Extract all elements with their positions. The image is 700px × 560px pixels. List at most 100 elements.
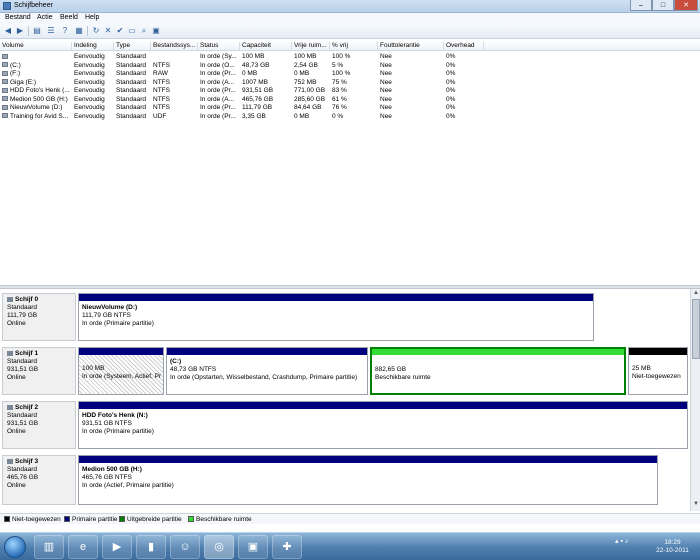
partition-system[interactable]: 100 MB In orde (Systeem, Actief, Pr xyxy=(78,347,164,395)
table-row[interactable]: Giga (E:) Eenvoudig Standaard NTFS In orde (… xyxy=(0,79,700,87)
disk-management-icon xyxy=(3,2,11,10)
scroll-down-icon[interactable]: ▼ xyxy=(692,501,700,509)
minimize-button[interactable]: – xyxy=(630,0,652,11)
legend-primary: Primaire partitie xyxy=(64,516,118,523)
volume-icon xyxy=(2,62,8,68)
partition-free-space[interactable]: 882,65 GB Beschikbare ruimte xyxy=(370,347,626,395)
control-panel-icon[interactable]: ▣ xyxy=(238,535,268,559)
menu-help[interactable]: Help xyxy=(85,14,99,21)
partition-h[interactable]: Medion 500 GB (H:) 465,76 GB NTFS In ord… xyxy=(78,455,658,505)
view-icon[interactable]: ▣ xyxy=(151,26,161,36)
disk-0-label[interactable]: Schijf 0 Standaard 111,79 GB Online xyxy=(2,293,76,341)
ie-icon[interactable]: e xyxy=(68,535,98,559)
partition-status: In orde (Systeem, Actief, Pr xyxy=(82,373,161,380)
cell-bestandssysteem: NTFS xyxy=(153,61,170,69)
col-capaciteit[interactable]: Capaciteit xyxy=(240,42,292,50)
scroll-up-icon[interactable]: ▲ xyxy=(692,290,700,298)
disk-type: Standaard xyxy=(7,358,37,365)
col-bestandssysteem[interactable]: Bestandssys... xyxy=(151,42,198,50)
cell-indeling: Eenvoudig xyxy=(74,87,105,94)
table-row[interactable]: Medion 500 GB (H:) Eenvoudig Standaard NTFS… xyxy=(0,96,700,104)
partition-bar xyxy=(167,348,367,355)
cell-percent-vrij: 61 % xyxy=(332,95,347,103)
partition-d[interactable]: NieuwVolume (D:) 111,79 GB NTFS In orde … xyxy=(78,293,594,341)
folder-icon[interactable]: ▮ xyxy=(136,535,166,559)
cell-bestandssysteem xyxy=(151,53,198,61)
col-volume[interactable]: Volume xyxy=(0,42,72,50)
delete-icon[interactable]: ✕ xyxy=(103,26,113,36)
menu-bestand[interactable]: Bestand xyxy=(5,14,31,21)
check-icon[interactable]: ✔ xyxy=(115,26,125,36)
list-view-icon[interactable]: ☰ xyxy=(46,26,56,36)
col-indeling[interactable]: Indeling xyxy=(72,42,114,50)
help-icon[interactable]: ? xyxy=(60,26,70,36)
cell-type: Standaard xyxy=(116,53,146,60)
messenger-icon[interactable]: ☺ xyxy=(170,535,200,559)
cell-fouttolerantie: Nee xyxy=(380,70,392,77)
media-player-icon[interactable]: ▶ xyxy=(102,535,132,559)
start-button[interactable] xyxy=(4,536,26,558)
disk-3-label[interactable]: Schijf 3 Standaard 465,76 GB Online xyxy=(2,455,76,505)
properties-icon[interactable]: ▦ xyxy=(74,26,84,36)
menu-actie[interactable]: Actie xyxy=(37,14,53,21)
maximize-button[interactable]: □ xyxy=(652,0,674,11)
partition-c[interactable]: (C:) 48,73 GB NTFS In orde (Opstarten, W… xyxy=(166,347,368,395)
cell-indeling: Eenvoudig xyxy=(74,95,105,103)
disk-type: Standaard xyxy=(7,304,37,311)
scroll-thumb[interactable] xyxy=(692,299,700,359)
close-button[interactable]: ✕ xyxy=(674,0,698,11)
cell-vrije-ruimte: 752 MB xyxy=(294,78,317,86)
back-icon[interactable]: ◀ xyxy=(3,26,13,36)
partition-n[interactable]: HDD Foto's Henk (N:) 931,51 GB NTFS In o… xyxy=(78,401,688,449)
col-overhead[interactable]: Overhead xyxy=(444,42,484,50)
col-status[interactable]: Status xyxy=(198,42,240,50)
cell-status: In orde (A... xyxy=(200,95,234,103)
cell-status: In orde (Pr... xyxy=(200,104,236,111)
table-row[interactable]: Eenvoudig Standaard In orde (Sy... 100 MB 10… xyxy=(0,53,700,61)
system-tray[interactable]: ▴ ▪ ♪ xyxy=(615,537,628,545)
disk-name: Schijf 1 xyxy=(15,350,39,357)
volume-name: (F:) xyxy=(10,70,21,77)
col-type[interactable]: Type xyxy=(114,42,151,50)
col-fouttolerantie[interactable]: Fouttolerantie xyxy=(378,42,444,50)
partition-unallocated[interactable]: 25 MB Niet-toegewezen xyxy=(628,347,688,395)
forward-icon[interactable]: ▶ xyxy=(15,26,25,36)
disk-state: Online xyxy=(7,320,26,327)
disk-size: 465,76 GB xyxy=(7,474,39,481)
disk-icon xyxy=(7,296,13,302)
taskbar: ▥ e ▶ ▮ ☺ ◎ ▣ ✚ ▴ ▪ ♪ 18:29 22-10-2011 xyxy=(0,532,700,560)
clock[interactable]: 18:29 22-10-2011 xyxy=(650,539,695,555)
cell-status: In orde (Sy... xyxy=(200,53,237,60)
explorer-icon[interactable]: ▥ xyxy=(34,535,64,559)
search-icon[interactable]: ⌕ xyxy=(139,26,149,36)
legend-label: Beschikbare ruimte xyxy=(196,516,252,523)
partition-status: In orde (Actief, Primaire partitie) xyxy=(82,482,174,489)
col-vrije-ruimte[interactable]: Vrije ruim... xyxy=(292,42,330,50)
toolbox-icon[interactable]: ✚ xyxy=(272,535,302,559)
menu-beeld[interactable]: Beeld xyxy=(60,14,78,21)
disk-management-taskbar-icon[interactable]: ◎ xyxy=(204,535,234,559)
open-icon[interactable]: ▭ xyxy=(127,26,137,36)
table-row[interactable]: NieuwVolume (D:) Eenvoudig Standaard NTFS In… xyxy=(0,104,700,112)
table-row[interactable]: (C:) Eenvoudig Standaard NTFS In orde (O... 4… xyxy=(0,62,700,70)
disk-state: Online xyxy=(7,482,26,489)
partition-status: In orde (Primaire partitie) xyxy=(82,428,154,435)
partition-size: 465,76 GB NTFS xyxy=(82,474,132,481)
partition-size: 100 MB xyxy=(82,365,105,372)
cell-overhead: 0% xyxy=(446,78,456,86)
console-tree-icon[interactable]: ▤ xyxy=(32,26,42,36)
disk-2-label[interactable]: Schijf 2 Standaard 931,51 GB Online xyxy=(2,401,76,449)
legend-swatch xyxy=(64,516,70,523)
refresh-icon[interactable]: ↻ xyxy=(91,26,101,36)
cell-bestandssysteem: NTFS xyxy=(153,104,170,111)
col-percent-vrij[interactable]: % vrij xyxy=(330,42,378,50)
table-row[interactable]: (F:) Eenvoudig Standaard RAW In orde (Pr... 0… xyxy=(0,70,700,78)
disk-1-label[interactable]: Schijf 1 Standaard 931,51 GB Online xyxy=(2,347,76,395)
partition-bar xyxy=(79,294,593,301)
cell-percent-vrij: 76 % xyxy=(332,104,347,111)
table-row[interactable]: Training for Avid S... Eenvoudig Standaard… xyxy=(0,113,700,121)
disk-pane-scrollbar[interactable]: ▲ ▼ xyxy=(690,289,700,511)
cell-overhead: 0% xyxy=(446,112,456,120)
table-row[interactable]: HDD Foto's Henk (... Eenvoudig Standaard NT… xyxy=(0,87,700,95)
cell-overhead: 0% xyxy=(446,70,456,77)
